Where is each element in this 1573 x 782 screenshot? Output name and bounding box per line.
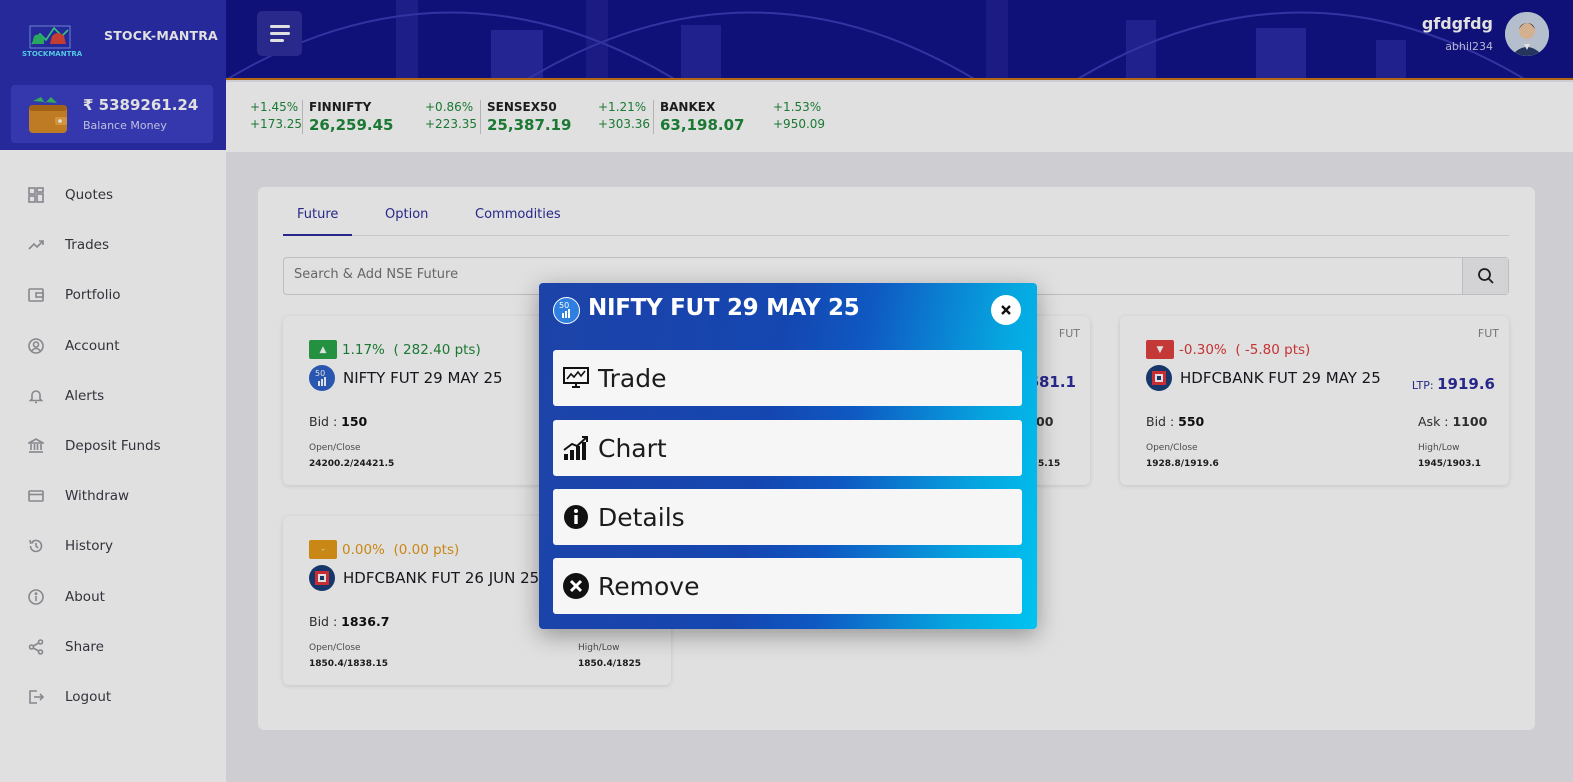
info-icon xyxy=(562,503,590,531)
details-button[interactable]: Details xyxy=(553,489,1022,545)
details-label: Details xyxy=(598,502,685,532)
chart-button[interactable]: Chart xyxy=(553,420,1022,476)
remove-label: Remove xyxy=(598,571,700,601)
trade-button[interactable]: Trade xyxy=(553,350,1022,406)
trade-label: Trade xyxy=(598,363,667,393)
close-icon xyxy=(1001,305,1011,315)
nifty-icon: 50 xyxy=(553,297,580,324)
modal-icon-text: 50 xyxy=(559,301,569,310)
close-circle-icon xyxy=(562,572,590,600)
chart-icon xyxy=(562,434,590,462)
chart-label: Chart xyxy=(598,433,667,463)
monitor-icon xyxy=(562,364,590,392)
close-button[interactable] xyxy=(991,295,1021,325)
instrument-action-modal: 50 NIFTY FUT 29 MAY 25 Trade Chart Detai… xyxy=(539,283,1037,629)
modal-title: NIFTY FUT 29 MAY 25 xyxy=(588,295,860,321)
remove-button[interactable]: Remove xyxy=(553,558,1022,614)
